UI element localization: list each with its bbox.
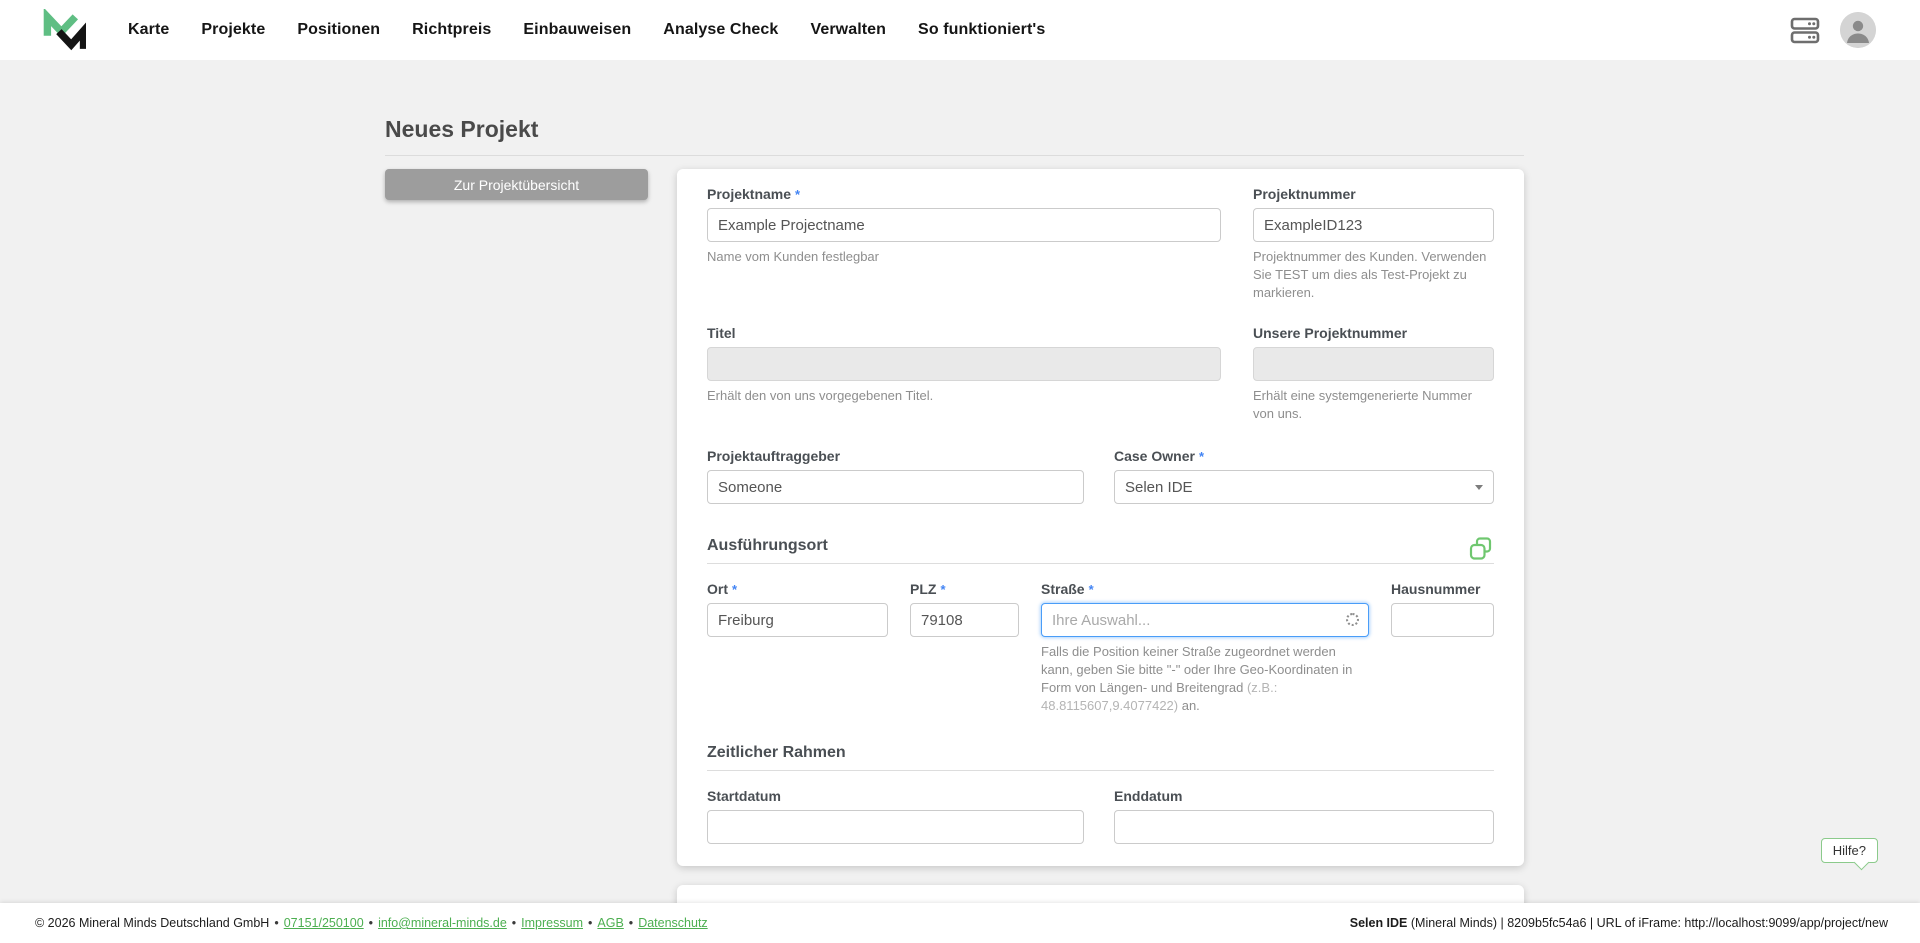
- form-row-auftraggeber-owner: Projektauftraggeber Case Owner * Selen I…: [707, 447, 1494, 504]
- field-unsere-projektnummer: Unsere Projektnummer Erhält eine systemg…: [1253, 324, 1494, 423]
- plz-input[interactable]: [910, 603, 1019, 637]
- form-row-dates: Startdatum Enddatum: [707, 787, 1494, 844]
- chevron-down-icon: [1475, 485, 1483, 490]
- main-menu: Karte Projekte Positionen Richtpreis Ein…: [128, 21, 1045, 39]
- field-case-owner: Case Owner * Selen IDE: [1114, 447, 1494, 504]
- mineral-minds-logo[interactable]: [40, 9, 86, 51]
- field-hausnummer: Hausnummer: [1391, 580, 1494, 715]
- field-projektauftraggeber: Projektauftraggeber: [707, 447, 1084, 504]
- projektname-helper: Name vom Kunden festlegbar: [707, 248, 1221, 266]
- title-divider: [385, 155, 1524, 156]
- enddatum-input[interactable]: [1114, 810, 1494, 844]
- nav-item-analyse-check[interactable]: Analyse Check: [663, 21, 778, 39]
- nav-item-positionen[interactable]: Positionen: [297, 21, 380, 39]
- strasse-input[interactable]: [1041, 603, 1369, 637]
- section-ausfuehrungsort: Ausführungsort: [707, 536, 1494, 564]
- field-strasse: Straße * Falls die Position keiner Straß…: [1041, 580, 1369, 715]
- projektnummer-helper: Projektnummer des Kunden. Verwenden Sie …: [1253, 248, 1494, 302]
- back-to-project-overview-button[interactable]: Zur Projektübersicht: [385, 169, 648, 200]
- copyright-text: © 2026 Mineral Minds Deutschland GmbH: [35, 916, 269, 930]
- section-zeitlicher-rahmen: Zeitlicher Rahmen: [707, 743, 1494, 771]
- form-row-titel-nummer: Titel Erhält den von uns vorgegebenen Ti…: [707, 324, 1494, 423]
- field-enddatum: Enddatum: [1114, 787, 1494, 844]
- top-navigation: Karte Projekte Positionen Richtpreis Ein…: [0, 0, 1920, 60]
- footer-user-name: Selen IDE: [1350, 916, 1408, 930]
- required-marker: *: [1199, 447, 1204, 466]
- nav-right-actions: [1790, 12, 1876, 48]
- titel-helper: Erhält den von uns vorgegebenen Titel.: [707, 387, 1221, 405]
- case-owner-select[interactable]: Selen IDE: [1114, 470, 1494, 504]
- case-owner-label: Case Owner: [1114, 447, 1195, 466]
- required-marker: *: [732, 580, 737, 599]
- footer-link-impressum[interactable]: Impressum: [521, 916, 583, 930]
- projektnummer-label: Projektnummer: [1253, 185, 1356, 204]
- field-projektname: Projektname * Name vom Kunden festlegbar: [707, 185, 1221, 302]
- titel-input: [707, 347, 1221, 381]
- page-footer: © 2026 Mineral Minds Deutschland GmbH • …: [0, 903, 1920, 943]
- nav-item-karte[interactable]: Karte: [128, 21, 169, 39]
- nav-item-verwalten[interactable]: Verwalten: [810, 21, 886, 39]
- nav-item-so-funktionierts[interactable]: So funktioniert's: [918, 21, 1045, 39]
- field-ort: Ort *: [707, 580, 888, 715]
- field-titel: Titel Erhält den von uns vorgegebenen Ti…: [707, 324, 1221, 423]
- loading-spinner-icon: [1346, 613, 1359, 626]
- unsere-projektnummer-input: [1253, 347, 1494, 381]
- projektname-label: Projektname: [707, 185, 791, 204]
- form-row-name-number: Projektname * Name vom Kunden festlegbar…: [707, 185, 1494, 302]
- footer-legal: © 2026 Mineral Minds Deutschland GmbH • …: [35, 916, 708, 930]
- projektnummer-input[interactable]: [1253, 208, 1494, 242]
- unsere-projektnummer-helper: Erhält eine systemgenerierte Nummer von …: [1253, 387, 1494, 423]
- hausnummer-input[interactable]: [1391, 603, 1494, 637]
- unsere-projektnummer-label: Unsere Projektnummer: [1253, 324, 1407, 343]
- projektname-input[interactable]: [707, 208, 1221, 242]
- footer-iframe-info: (Mineral Minds) | 8209b5fc54a6 | URL of …: [1407, 916, 1888, 930]
- ort-input[interactable]: [707, 603, 888, 637]
- field-plz: PLZ *: [910, 580, 1019, 715]
- field-projektnummer: Projektnummer Projektnummer des Kunden. …: [1253, 185, 1494, 302]
- nav-item-einbauweisen[interactable]: Einbauweisen: [523, 21, 631, 39]
- titel-label: Titel: [707, 324, 736, 343]
- required-marker: *: [795, 185, 800, 204]
- required-marker: *: [1089, 580, 1094, 599]
- footer-link-email[interactable]: info@mineral-minds.de: [378, 916, 507, 930]
- help-button[interactable]: Hilfe?: [1821, 838, 1878, 863]
- ausfuehrungsort-title: Ausführungsort: [707, 536, 828, 555]
- storage-icon[interactable]: [1790, 17, 1820, 44]
- enddatum-label: Enddatum: [1114, 787, 1182, 806]
- field-startdatum: Startdatum: [707, 787, 1084, 844]
- new-project-form-card: Projektname * Name vom Kunden festlegbar…: [677, 169, 1524, 866]
- ort-label: Ort: [707, 580, 728, 599]
- footer-link-agb[interactable]: AGB: [597, 916, 623, 930]
- plz-label: PLZ: [910, 580, 936, 599]
- hausnummer-label: Hausnummer: [1391, 580, 1480, 599]
- projektauftraggeber-input[interactable]: [707, 470, 1084, 504]
- startdatum-input[interactable]: [707, 810, 1084, 844]
- copy-location-icon[interactable]: [1468, 536, 1494, 562]
- strasse-helper: Falls die Position keiner Straße zugeord…: [1041, 643, 1369, 715]
- user-avatar-icon[interactable]: [1840, 12, 1876, 48]
- zeitlicher-rahmen-title: Zeitlicher Rahmen: [707, 743, 846, 762]
- logo-mm-icon: [40, 9, 86, 51]
- required-marker: *: [940, 580, 945, 599]
- nav-item-projekte[interactable]: Projekte: [201, 21, 265, 39]
- page-title: Neues Projekt: [385, 116, 538, 143]
- nav-item-richtpreis[interactable]: Richtpreis: [412, 21, 491, 39]
- form-row-address: Ort * PLZ * Straße * Falls die Position …: [707, 580, 1494, 715]
- projektauftraggeber-label: Projektauftraggeber: [707, 447, 840, 466]
- footer-session-info: Selen IDE (Mineral Minds) | 8209b5fc54a6…: [1350, 916, 1888, 930]
- startdatum-label: Startdatum: [707, 787, 781, 806]
- footer-link-datenschutz[interactable]: Datenschutz: [638, 916, 707, 930]
- footer-link-phone[interactable]: 07151/250100: [284, 916, 364, 930]
- case-owner-selected-value: Selen IDE: [1125, 479, 1193, 496]
- strasse-label: Straße: [1041, 580, 1085, 599]
